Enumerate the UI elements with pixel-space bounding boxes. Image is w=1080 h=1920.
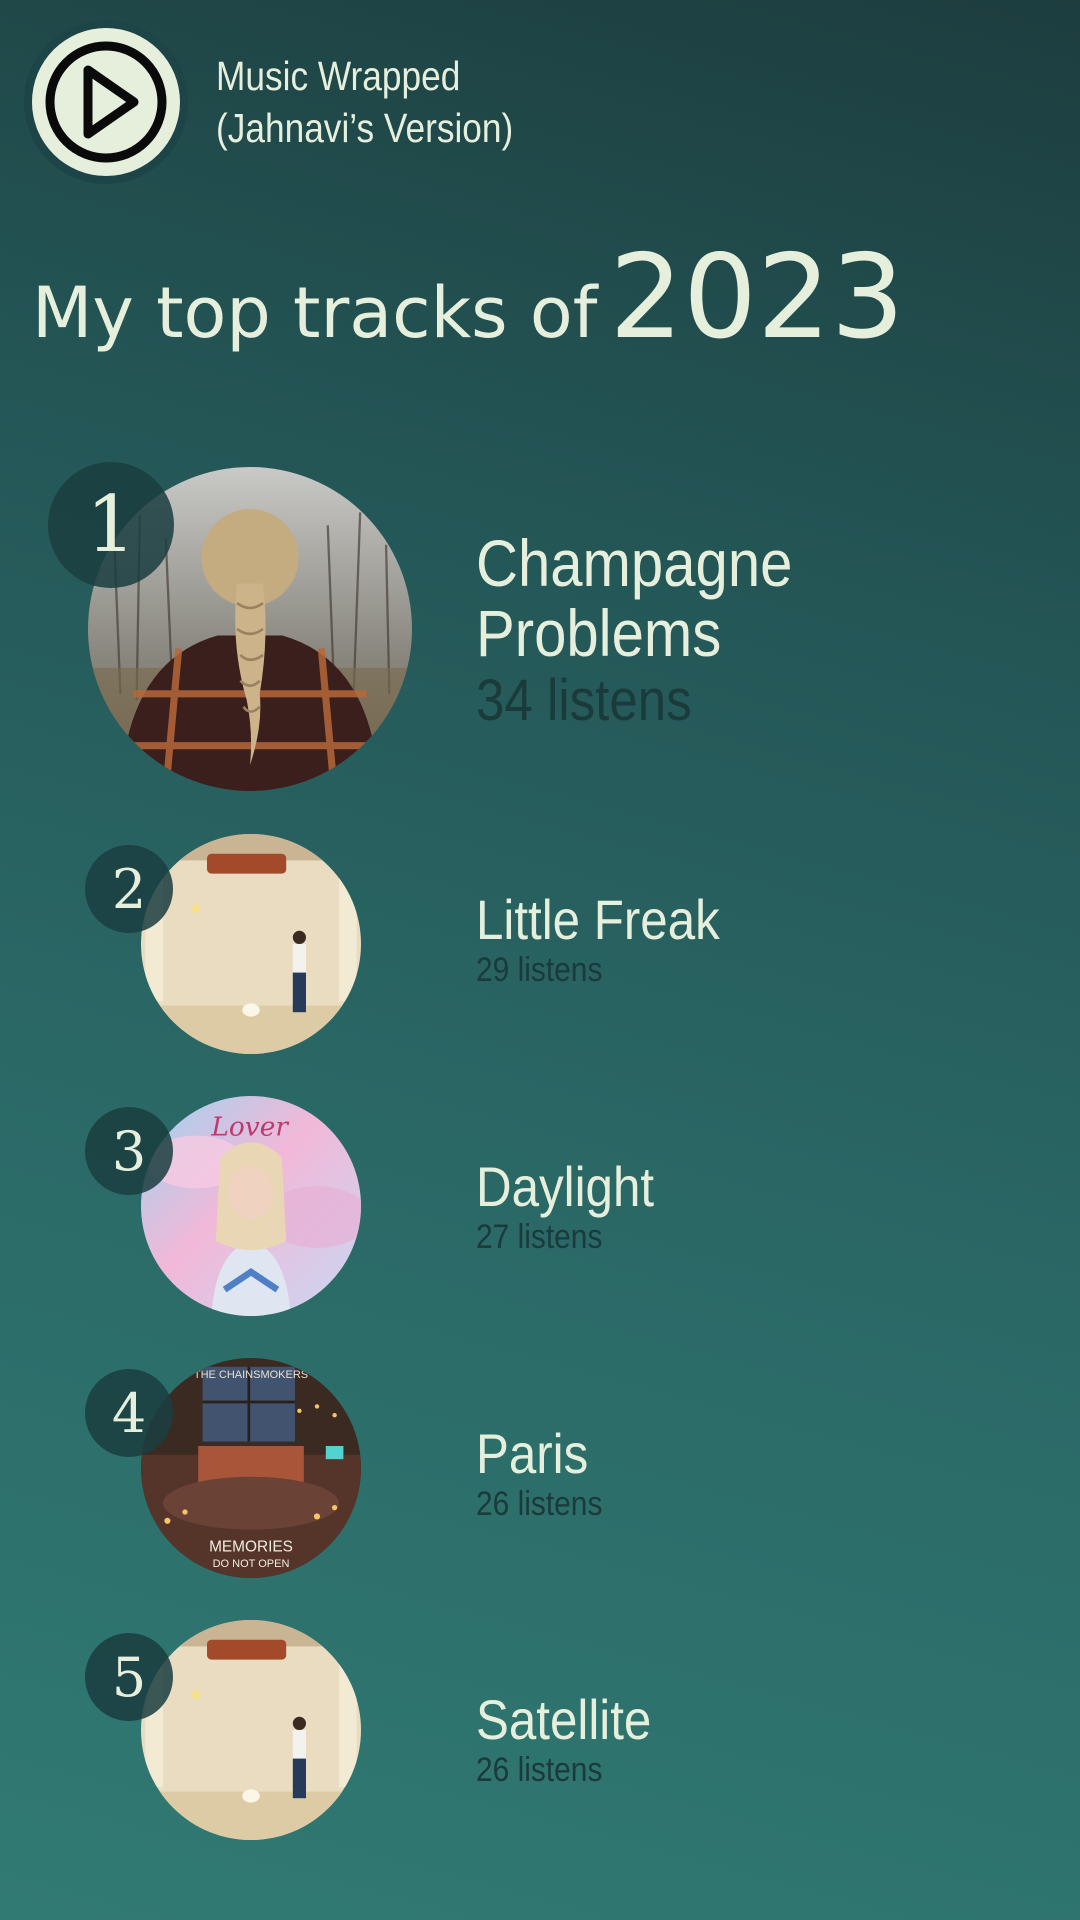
art-text-bottom1: MEMORIES [209, 1539, 293, 1556]
headline-year: 2023 [609, 230, 905, 365]
track-name-line2: Problems [476, 596, 722, 670]
track-info-4: Paris 26 listens [476, 1424, 620, 1524]
track-info-5: Satellite 26 listens [476, 1690, 675, 1790]
track-name: Satellite [476, 1688, 652, 1751]
svg-text:Lover: Lover [210, 1112, 289, 1143]
app-title: Music Wrapped (Jahnavi’s Version) [216, 50, 513, 154]
empty-room-person-album-art [141, 834, 361, 1054]
app-header: Music Wrapped (Jahnavi’s Version) [24, 20, 562, 184]
track-listens: 34 listens [476, 668, 692, 733]
track-listens: 27 listens [476, 1218, 603, 1256]
track-listens: 29 listens [476, 951, 603, 989]
track-name: Paris [476, 1422, 589, 1485]
track-name-line1: Champagne [476, 526, 793, 600]
track-listens: 26 listens [476, 1751, 603, 1789]
track-name: Daylight [476, 1155, 655, 1218]
track-listens: 26 listens [476, 1485, 603, 1523]
track-info-3: Daylight 27 listens [476, 1157, 678, 1257]
track-info-2: Little Freak 29 listens [476, 890, 753, 990]
rank-badge-2: 2 [85, 845, 173, 933]
pastel-sky-portrait-album-art: Lover [141, 1096, 361, 1316]
bedroom-memories-album-art: THE CHAINSMOKERS MEMORIES DO NOT OPEN [141, 1358, 361, 1578]
art-text-top: THE CHAINSMOKERS [194, 1369, 308, 1381]
rank-badge-4: 4 [85, 1369, 173, 1457]
rank-badge-3: 3 [85, 1107, 173, 1195]
app-title-line2: (Jahnavi’s Version) [216, 105, 514, 151]
track-name: Little Freak [476, 888, 720, 951]
rank-badge-1: 1 [48, 462, 174, 588]
track-info-1: Champagne Problems 34 listens [476, 528, 836, 734]
headline-lead: My top tracks of [32, 272, 598, 354]
art-text-bottom2: DO NOT OPEN [213, 1558, 290, 1570]
empty-room-person-album-art [141, 1620, 361, 1840]
page-title: My top tracks of 2023 [32, 240, 905, 356]
app-title-line1: Music Wrapped [216, 53, 461, 99]
play-circle-icon[interactable] [24, 20, 188, 184]
rank-badge-5: 5 [85, 1633, 173, 1721]
